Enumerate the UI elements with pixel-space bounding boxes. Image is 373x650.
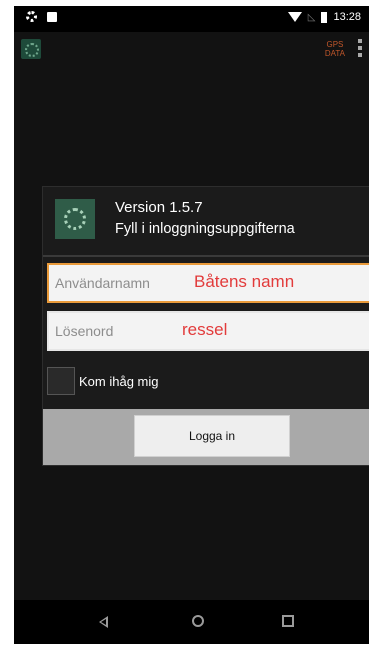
username-field-wrapper: Båtens namn [47,263,369,303]
home-icon[interactable] [192,615,204,627]
login-dialog: Version 1.5.7 Fyll i inloggningsuppgifte… [42,186,369,466]
battery-icon [321,11,328,23]
signal-icon: ◺ [307,11,316,23]
dialog-header: Version 1.5.7 Fyll i inloggningsuppgifte… [43,187,369,253]
button-bar: Logga in [43,409,369,465]
password-field-wrapper: ressel [47,311,369,351]
password-input[interactable] [49,313,369,349]
app-bar: GPS DATA [14,32,369,66]
recents-icon[interactable] [282,615,294,627]
phone-screen: ◺ 13:28 GPS DATA Version 1.5.7 Fyll i in… [14,6,369,644]
back-icon[interactable] [99,616,108,628]
remember-me-row[interactable]: Kom ihåg mig [47,365,158,397]
data-label: DATA [324,49,345,58]
username-input[interactable] [49,265,369,301]
remember-me-label: Kom ihåg mig [79,373,159,389]
notification-icon [47,11,57,22]
login-button[interactable]: Logga in [134,415,290,457]
dialog-subtitle: Fyll i inloggningsuppgifterna [115,221,295,237]
navigation-bar [14,600,369,644]
overflow-menu-icon[interactable] [358,39,362,60]
app-logo-icon [21,39,41,59]
status-bar: ◺ 13:28 [14,6,369,32]
status-time: 13:28 [333,11,361,23]
gps-label: GPS [326,40,344,49]
divider [43,255,369,257]
wifi-icon [287,12,302,22]
gps-data-button[interactable]: GPS DATA [325,40,345,58]
app-logo-icon [55,199,95,239]
remember-me-checkbox[interactable] [47,367,75,395]
settings-icon [26,11,37,22]
version-text: Version 1.5.7 [115,199,203,216]
